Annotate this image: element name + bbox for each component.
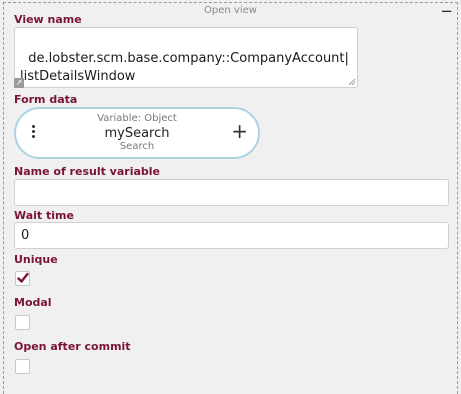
open-after-commit-label: Open after commit: [14, 340, 131, 353]
open-after-commit-checkbox[interactable]: [15, 359, 30, 374]
wait-time-input[interactable]: 0: [14, 222, 449, 249]
form-data-variable-card[interactable]: Variable: Object mySearch Search +: [14, 107, 260, 159]
form-data-label: Form data: [14, 93, 78, 106]
view-name-value: de.lobster.scm.base.company::CompanyAcco…: [20, 51, 349, 84]
open-external-icon[interactable]: ↗: [14, 78, 24, 88]
collapse-icon[interactable]: −: [440, 4, 453, 19]
add-icon[interactable]: +: [231, 119, 248, 143]
result-variable-label: Name of result variable: [14, 165, 160, 178]
unique-checkbox[interactable]: [15, 271, 30, 286]
view-name-textarea[interactable]: de.lobster.scm.base.company::CompanyAcco…: [14, 27, 358, 88]
result-variable-input[interactable]: [14, 179, 449, 206]
variable-subtitle: Search: [119, 141, 155, 152]
checkmark-icon: [17, 272, 29, 283]
view-name-label: View name: [14, 13, 82, 26]
resize-grip-icon[interactable]: [348, 78, 356, 86]
wait-time-label: Wait time: [14, 209, 74, 222]
modal-label: Modal: [14, 296, 52, 309]
variable-type: Variable: Object: [97, 113, 177, 124]
modal-checkbox[interactable]: [15, 315, 30, 330]
unique-label: Unique: [14, 253, 58, 266]
variable-name: mySearch: [104, 126, 170, 141]
